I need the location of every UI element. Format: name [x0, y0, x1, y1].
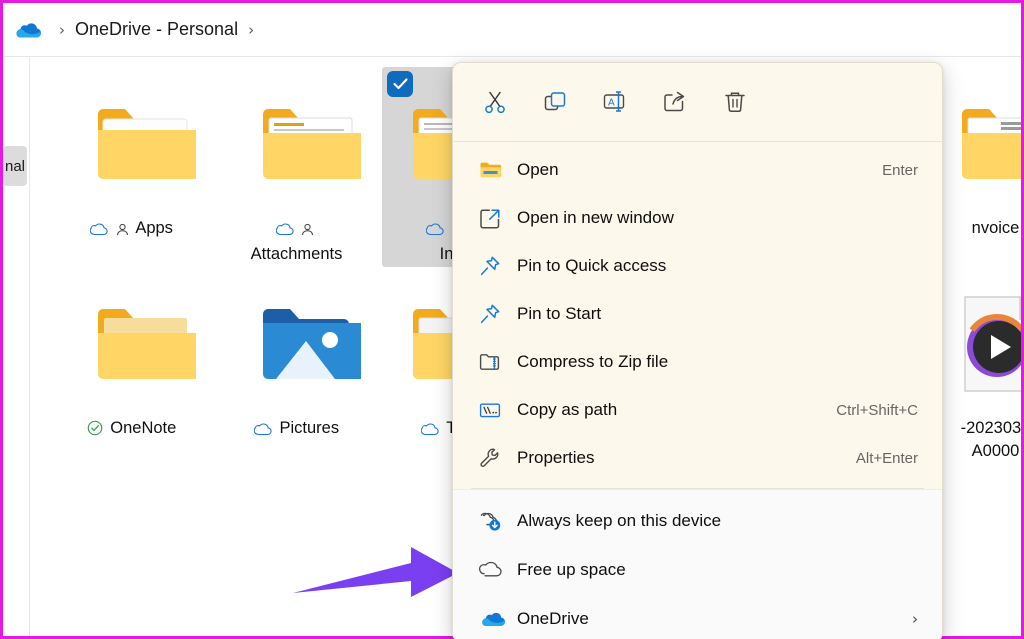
file-tile-label: Apps — [69, 217, 194, 243]
copy-icon — [544, 92, 566, 111]
file-tile-video[interactable]: -2023030 A0000 — [931, 273, 1021, 463]
cloud-outline-icon — [426, 220, 445, 243]
file-tile-label: Pictures — [234, 417, 359, 443]
delete-button[interactable] — [719, 86, 751, 118]
check-circle-green-icon — [87, 420, 103, 443]
file-name-text: Pictures — [279, 419, 340, 437]
folder-invoice-icon — [931, 85, 1021, 203]
file-explorer-window: › OneDrive - Personal › nal Apps Attachm… — [0, 0, 1024, 639]
menu-item-pin-quick-access[interactable]: Pin to Quick access — [453, 242, 942, 290]
menu-item-label: Compress to Zip file — [517, 352, 669, 371]
menu-item-label: Open — [517, 160, 559, 179]
menu-item-onedrive[interactable]: OneDrive › — [453, 594, 942, 639]
breadcrumb-path-label[interactable]: OneDrive - Personal — [75, 19, 238, 40]
purple-pointer-arrow — [293, 547, 458, 597]
cut-button[interactable] — [479, 86, 511, 118]
menu-item-label: OneDrive — [517, 608, 589, 628]
menu-item-label: Pin to Start — [517, 304, 602, 323]
person-icon — [301, 220, 314, 243]
folder-plain-icon — [67, 85, 210, 203]
file-tile-invoice[interactable]: nvoice — [931, 73, 1021, 240]
menu-item-copy-as-path[interactable]: Copy as path Ctrl+Shift+C — [453, 386, 942, 434]
sidebar-item-label: nal — [5, 157, 26, 175]
context-menu-onedrive-section: Always keep on this device Free up space… — [453, 489, 942, 639]
menu-item-accel: Alt+Enter — [855, 449, 918, 467]
menu-item-label: Copy as path — [517, 400, 618, 419]
chevron-right-icon: › — [912, 609, 918, 628]
trash-icon — [725, 92, 745, 112]
copy-button[interactable] — [539, 86, 571, 118]
person-icon — [116, 220, 129, 243]
folder-pictures-blue-icon — [232, 285, 372, 403]
cloud-outline-icon — [89, 220, 108, 243]
menu-item-label: Pin to Quick access — [517, 256, 667, 275]
cloud-outline-icon — [275, 220, 294, 243]
context-menu-items: Open Enter Open in new window Pin to Qui… — [453, 142, 942, 482]
video-file-icon — [931, 285, 1021, 403]
onedrive-cloud-icon — [16, 22, 41, 37]
svg-text:A: A — [608, 98, 615, 109]
cloud-outline-icon — [479, 557, 509, 583]
rename-icon: A — [603, 91, 625, 112]
menu-item-accel: Ctrl+Shift+C — [836, 401, 918, 419]
breadcrumb-separator-2[interactable]: › — [248, 21, 254, 39]
file-name-text: -2023030 A0000 — [960, 419, 1021, 460]
file-tile-label: Attachments — [234, 217, 359, 266]
rename-button[interactable]: A — [599, 86, 631, 118]
folder-open-icon — [479, 157, 509, 183]
file-tile-onenote[interactable]: OneNote — [67, 273, 207, 443]
cloud-download-icon — [479, 508, 509, 534]
folder-onenote-icon — [67, 285, 207, 403]
file-tile-pictures[interactable]: Pictures — [232, 273, 372, 443]
open-new-window-icon — [479, 205, 509, 231]
navigation-pane: nal — [3, 57, 30, 636]
menu-item-free-up-space[interactable]: Free up space — [453, 545, 942, 594]
pin-icon — [479, 253, 509, 279]
file-tile-label: nvoice — [933, 217, 1021, 240]
file-tile-attachments[interactable]: Attachments — [232, 73, 372, 266]
menu-item-compress-zip[interactable]: Compress to Zip file — [453, 338, 942, 386]
zip-folder-icon — [479, 349, 509, 375]
menu-item-open[interactable]: Open Enter — [453, 146, 942, 194]
cloud-outline-icon — [253, 420, 272, 443]
sidebar-item-personal[interactable]: nal — [3, 146, 27, 186]
menu-item-pin-to-start[interactable]: Pin to Start — [453, 290, 942, 338]
menu-item-open-new-window[interactable]: Open in new window — [453, 194, 942, 242]
context-menu-toolbar: A — [453, 63, 942, 142]
onedrive-cloud-icon — [479, 606, 509, 632]
menu-item-properties[interactable]: Properties Alt+Enter — [453, 434, 942, 482]
selection-checkbox[interactable] — [387, 71, 413, 97]
breadcrumb: › OneDrive - Personal › — [3, 3, 1021, 57]
cloud-outline-icon — [420, 420, 439, 443]
file-name-text: Apps — [135, 219, 173, 237]
share-button[interactable] — [659, 86, 691, 118]
scissors-icon — [485, 91, 505, 114]
share-icon — [664, 91, 685, 112]
menu-item-label: Open in new window — [517, 208, 674, 227]
context-menu: A Open Enter Open in new window Pin to Q… — [452, 62, 943, 639]
menu-item-label: Free up space — [517, 559, 626, 579]
menu-item-always-keep-on-device[interactable]: Always keep on this device — [453, 496, 942, 545]
menu-item-label: Properties — [517, 448, 595, 467]
menu-item-label: Always keep on this device — [517, 510, 722, 530]
file-name-text: nvoice — [971, 219, 1020, 237]
wrench-icon — [479, 445, 509, 471]
file-name-text: OneNote — [110, 419, 177, 437]
file-name-text: Attachments — [250, 245, 343, 263]
folder-document-icon — [232, 85, 372, 203]
pin-icon — [479, 301, 509, 327]
menu-item-accel: Enter — [882, 161, 918, 179]
breadcrumb-separator-1: › — [59, 20, 65, 39]
file-tile-label: OneNote — [69, 417, 194, 443]
file-tile-apps[interactable]: Apps — [67, 73, 210, 243]
copy-path-icon — [479, 397, 509, 423]
file-tile-label: -2023030 A0000 — [933, 417, 1021, 463]
